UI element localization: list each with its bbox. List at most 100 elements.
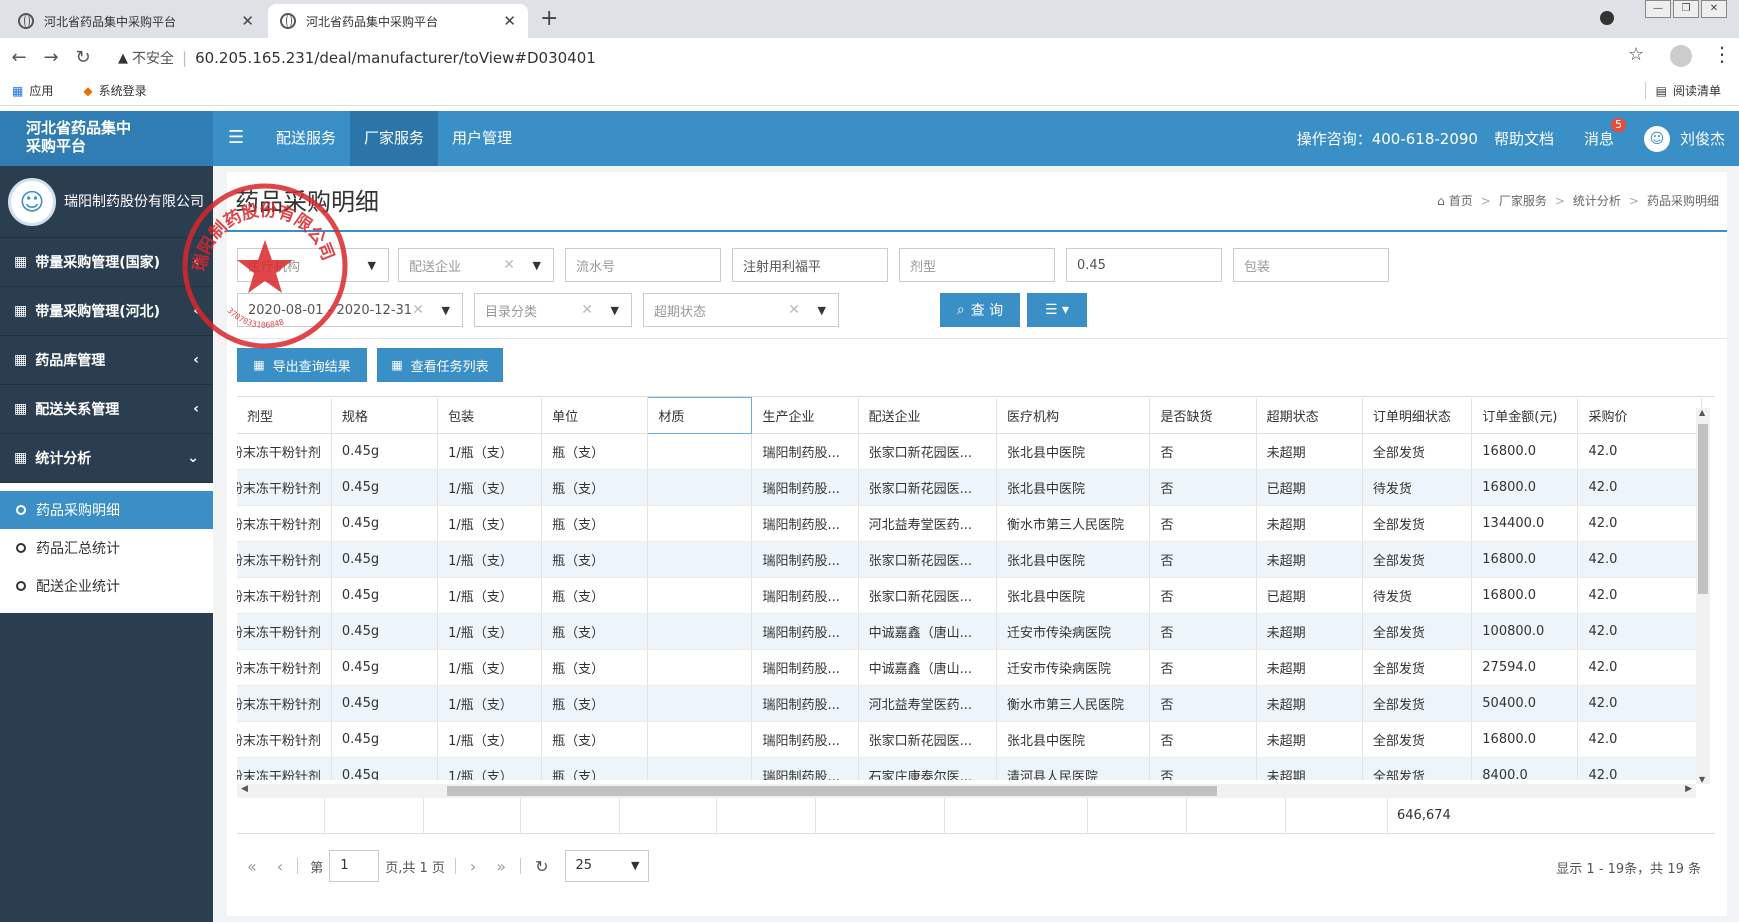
column-header[interactable]: 剂型: [237, 397, 332, 434]
reading-list[interactable]: ▤ 阅读清单: [1644, 82, 1721, 99]
column-header[interactable]: 生产企业: [751, 397, 859, 434]
column-header[interactable]: 订单明细状态: [1362, 397, 1473, 434]
view-tasks-button[interactable]: ▦ 查看任务列表: [377, 348, 503, 382]
more-menu-icon[interactable]: ⋮: [1712, 42, 1732, 66]
clear-icon[interactable]: ✕: [503, 257, 515, 273]
breadcrumb-statistics[interactable]: 统计分析: [1573, 192, 1621, 209]
sidebar-item-drug-library[interactable]: ▦ 药品库管理 ‹: [0, 336, 213, 385]
breadcrumb-manufacturer[interactable]: 厂家服务: [1499, 192, 1547, 209]
scroll-thumb[interactable]: [447, 786, 1217, 796]
bookmark-apps[interactable]: ▦ 应用: [12, 82, 53, 99]
new-tab-button[interactable]: +: [540, 6, 558, 31]
breadcrumb-home[interactable]: 首页: [1449, 192, 1473, 209]
column-header[interactable]: 单位: [541, 397, 649, 434]
data-table-viewport[interactable]: 剂型 规格 包装 单位 材质 生产企业 配送企业 医疗机构 是否缺货 超期状态 订单明细状态 订单金额…: [237, 396, 1715, 780]
close-icon[interactable]: ✕: [241, 12, 254, 30]
sidebar-item-statistics[interactable]: ▦ 统计分析 ⌄: [0, 434, 213, 483]
last-page-button[interactable]: »: [496, 857, 506, 876]
app-logo[interactable]: 河北省药品集中 采购平台: [0, 111, 213, 166]
table-cell: 全部发货: [1362, 433, 1473, 470]
first-page-button[interactable]: «: [247, 857, 257, 876]
restore-icon[interactable]: ❐: [1673, 0, 1699, 18]
spec-input[interactable]: 0.45: [1066, 248, 1222, 282]
table-row[interactable]: 注射用无菌粉末冻干粉针剂0.45g1/瓶（支）瓶（支） 瑞阳制药股...河北益寿堂…: [237, 505, 1702, 542]
nav-delivery-service[interactable]: 配送服务: [262, 111, 350, 166]
clear-icon[interactable]: ✕: [412, 302, 424, 318]
delivery-company-select[interactable]: 配送企业 ✕ ▼: [398, 248, 554, 282]
close-icon[interactable]: ✕: [503, 12, 516, 30]
url-field[interactable]: ▲ 不安全 | 60.205.165.231/deal/manufacturer…: [118, 44, 1638, 72]
nav-manufacturer-service[interactable]: 厂家服务: [350, 111, 439, 166]
column-header[interactable]: 超期状态: [1256, 397, 1363, 434]
catalog-select[interactable]: 目录分类 ✕ ▼: [474, 293, 632, 327]
bookmark-system-login[interactable]: ◆ 系统登录: [83, 82, 146, 99]
clear-icon[interactable]: ✕: [581, 302, 593, 318]
column-header[interactable]: 订单金额(元): [1471, 397, 1579, 434]
table-cell: 注射用无菌粉末冻干粉针剂: [237, 577, 332, 614]
browser-tab-2[interactable]: 河北省药品集中采购平台 ✕: [268, 4, 528, 38]
sidebar-item-vbp-national[interactable]: ▦ 带量采购管理(国家) ‹: [0, 238, 213, 287]
packaging-input[interactable]: 包装: [1233, 248, 1389, 282]
column-header[interactable]: 材质: [647, 397, 753, 434]
tab-search-icon[interactable]: [1600, 11, 1614, 25]
scroll-left-icon[interactable]: ◀: [241, 784, 248, 794]
table-row[interactable]: 注射用无菌粉末冻干粉针剂0.45g1/瓶（支）瓶（支） 瑞阳制药股...张家口新花…: [237, 433, 1702, 470]
table-row[interactable]: 注射用无菌粉末冻干粉针剂0.45g1/瓶（支）瓶（支） 瑞阳制药股...中诚嘉鑫（…: [237, 649, 1702, 686]
sidebar-subitem-delivery-stats[interactable]: 配送企业统计: [0, 567, 213, 605]
forward-icon[interactable]: →: [38, 47, 64, 68]
table-row[interactable]: 注射用无菌粉末冻干粉针剂0.45g1/瓶（支）瓶（支） 瑞阳制药股...张家口新花…: [237, 469, 1702, 506]
sidebar-subitem-drug-summary[interactable]: 药品汇总统计: [0, 529, 213, 567]
drug-name-input[interactable]: 注射用利福平: [732, 248, 888, 282]
table-row[interactable]: 注射用无菌粉末冻干粉针剂0.45g1/瓶（支）瓶（支） 瑞阳制药股...张家口新花…: [237, 577, 1702, 614]
sidebar-item-delivery-relations[interactable]: ▦ 配送关系管理 ‹: [0, 385, 213, 434]
scroll-up-icon[interactable]: ▲: [1699, 408, 1705, 417]
browser-tab-1[interactable]: 河北省药品集中采购平台 ✕: [6, 4, 266, 38]
table-row[interactable]: 注射用无菌粉末冻干粉针剂0.45g1/瓶（支）瓶（支） 瑞阳制药股...中诚嘉鑫（…: [237, 613, 1702, 650]
column-toggle-button[interactable]: ☰ ▾: [1027, 293, 1087, 327]
column-header[interactable]: 配送企业: [858, 397, 998, 434]
scroll-down-icon[interactable]: ▼: [1699, 775, 1705, 784]
column-header[interactable]: 规格: [331, 397, 439, 434]
next-page-button[interactable]: ›: [470, 857, 476, 876]
table-row[interactable]: 注射用无菌粉末冻干粉针剂0.45g1/瓶（支）瓶（支） 瑞阳制药股...石家庄康泰…: [237, 757, 1702, 780]
hamburger-icon[interactable]: ☰: [228, 127, 244, 148]
page-number-input[interactable]: 1: [329, 850, 380, 882]
vertical-scrollbar[interactable]: ▲ ▼: [1696, 408, 1710, 784]
chevron-left-icon: ‹: [193, 303, 199, 319]
column-header[interactable]: 包装: [437, 397, 543, 434]
reload-icon[interactable]: ↻: [70, 47, 96, 68]
page-size-select[interactable]: 25 ▼: [564, 850, 649, 882]
back-icon[interactable]: ←: [6, 47, 32, 68]
bookmark-star-icon[interactable]: ☆: [1628, 44, 1644, 65]
window-close-icon[interactable]: ✕: [1701, 0, 1727, 18]
user-name[interactable]: 刘俊杰: [1680, 128, 1725, 149]
overdue-status-select[interactable]: 超期状态 ✕ ▼: [643, 293, 839, 327]
table-row[interactable]: 注射用无菌粉末冻干粉针剂0.45g1/瓶（支）瓶（支） 瑞阳制药股...河北益寿堂…: [237, 685, 1702, 722]
date-range-input[interactable]: 2020-08-01 - 2020-12-31 ✕ ▼: [237, 293, 463, 327]
prev-page-button[interactable]: ‹: [277, 857, 283, 876]
column-header[interactable]: 是否缺货: [1149, 397, 1257, 434]
hotline-text: 操作咨询：400-618-2090: [1296, 130, 1478, 148]
serial-no-input[interactable]: 流水号: [565, 248, 721, 282]
user-avatar-icon[interactable]: ☺: [1643, 125, 1670, 152]
export-results-button[interactable]: ▦ 导出查询结果: [237, 348, 367, 382]
query-button[interactable]: ⌕ 查 询: [940, 293, 1020, 327]
clear-icon[interactable]: ✕: [788, 302, 800, 318]
scroll-thumb[interactable]: [1698, 424, 1708, 594]
table-row[interactable]: 注射用无菌粉末冻干粉针剂0.45g1/瓶（支）瓶（支） 瑞阳制药股...张家口新花…: [237, 541, 1702, 578]
column-header[interactable]: 医疗机构: [996, 397, 1151, 434]
horizontal-scrollbar[interactable]: ◀ ▶: [237, 784, 1696, 798]
dosage-form-input[interactable]: 剂型: [899, 248, 1055, 282]
column-header[interactable]: 采购价: [1577, 397, 1702, 434]
refresh-icon[interactable]: ↻: [535, 857, 548, 876]
medical-org-select[interactable]: 医疗机构 ▼: [237, 248, 389, 282]
scroll-right-icon[interactable]: ▶: [1685, 784, 1692, 794]
nav-user-management[interactable]: 用户管理: [438, 111, 526, 166]
sidebar-item-vbp-hebei[interactable]: ▦ 带量采购管理(河北) ‹: [0, 287, 213, 336]
table-row[interactable]: 注射用无菌粉末冻干粉针剂0.45g1/瓶（支）瓶（支） 瑞阳制药股...张家口新花…: [237, 721, 1702, 758]
help-docs-link[interactable]: 帮助文档: [1494, 128, 1554, 149]
sidebar-subitem-purchase-detail[interactable]: 药品采购明细: [0, 491, 213, 529]
messages-link[interactable]: 消息 5: [1584, 118, 1626, 149]
minimize-icon[interactable]: —: [1645, 0, 1671, 18]
profile-icon[interactable]: [1670, 45, 1692, 67]
